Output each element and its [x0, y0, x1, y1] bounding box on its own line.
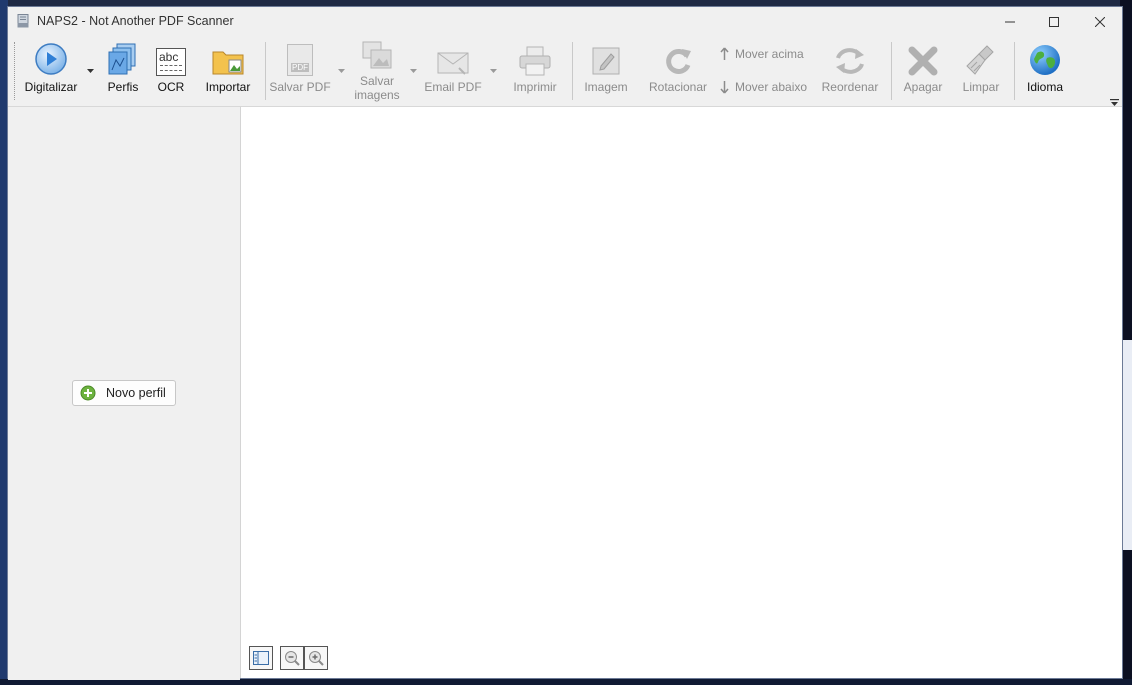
save-images-button[interactable]: Salvar imagens [350, 36, 404, 106]
toolbar-separator [1014, 42, 1015, 100]
print-label: Imprimir [513, 80, 557, 94]
save-images-label-line2: imagens [354, 88, 400, 102]
new-profile-button[interactable]: Novo perfil [72, 380, 176, 406]
zoom-out-button[interactable] [280, 646, 304, 670]
ocr-icon: abc [156, 48, 186, 76]
reorder-button[interactable]: Reordenar [818, 36, 882, 106]
zoom-in-icon [309, 651, 324, 666]
close-button[interactable] [1078, 7, 1122, 36]
move-down-button[interactable]: Mover abaixo [720, 80, 807, 94]
profiles-label: Perfis [107, 80, 139, 94]
save-pdf-dropdown-arrow[interactable] [338, 68, 345, 74]
pdf-file-icon: PDF [287, 44, 313, 76]
scan-button[interactable]: Digitalizar [21, 36, 81, 106]
scan-label: Digitalizar [24, 80, 78, 94]
scan-dropdown-arrow[interactable] [87, 68, 94, 74]
toolbar-overflow-button[interactable] [1110, 96, 1119, 106]
broom-icon [966, 45, 994, 75]
profiles-panel: Novo perfil [8, 106, 240, 680]
delete-button[interactable]: Apagar [898, 36, 948, 106]
close-icon [1095, 16, 1105, 27]
globe-icon [1030, 45, 1060, 75]
printer-icon [519, 46, 551, 76]
profiles-icon [108, 43, 136, 75]
rotate-label: Rotacionar [648, 80, 708, 94]
image-edit-icon [592, 47, 620, 75]
chevron-down-icon [338, 69, 345, 73]
plus-circle-icon [80, 385, 96, 401]
window-title: NAPS2 - Not Another PDF Scanner [37, 14, 234, 28]
language-label: Idioma [1026, 80, 1064, 94]
zoom-in-button[interactable] [304, 646, 328, 670]
ocr-icon-text: abc [159, 50, 179, 64]
rotate-button[interactable]: Rotacionar [646, 36, 710, 106]
delete-x-icon [908, 46, 938, 76]
profiles-button[interactable]: Perfis [103, 36, 143, 106]
save-images-label: Salvar imagens [354, 74, 399, 102]
minimize-button[interactable] [988, 7, 1032, 36]
maximize-icon [1049, 16, 1059, 27]
save-pdf-button[interactable]: PDF Salvar PDF [269, 36, 331, 106]
toolbar-separator [572, 42, 573, 100]
images-icon [362, 41, 392, 69]
thumbnail-area[interactable] [240, 106, 1122, 678]
email-pdf-dropdown-arrow[interactable] [490, 68, 497, 74]
chevron-down-icon [490, 69, 497, 73]
ocr-button[interactable]: abc OCR [152, 36, 190, 106]
import-label: Importar [205, 80, 251, 94]
move-down-label: Mover abaixo [735, 80, 808, 94]
app-window: NAPS2 - Not Another PDF Scanner Digitali… [7, 6, 1123, 680]
move-up-button[interactable]: Mover acima [720, 47, 804, 61]
toolbar-grip[interactable] [14, 42, 17, 100]
layout-toggle-icon [253, 651, 269, 665]
reorder-icon [836, 48, 864, 74]
language-button[interactable]: Idioma [1021, 36, 1069, 106]
layout-toggle-button[interactable] [249, 646, 273, 670]
image-button[interactable]: Imagem [580, 36, 632, 106]
arrow-down-icon [720, 81, 729, 94]
delete-label: Apagar [903, 80, 943, 94]
toolbar-separator [265, 42, 266, 100]
new-profile-label: Novo perfil [106, 386, 166, 400]
minimize-icon [1005, 21, 1015, 22]
print-button[interactable]: Imprimir [507, 36, 563, 106]
arrow-up-icon [720, 47, 729, 60]
zoom-out-icon [285, 651, 300, 666]
save-images-dropdown-arrow[interactable] [410, 68, 417, 74]
email-pdf-button[interactable]: Email PDF [422, 36, 484, 106]
ocr-label: OCR [157, 80, 185, 94]
toolbar: Digitalizar Perfis abc OCR Importar PDF … [8, 36, 1122, 106]
email-pdf-label: Email PDF [424, 80, 482, 94]
save-pdf-label: Salvar PDF [269, 80, 331, 94]
import-folder-icon [212, 51, 244, 75]
image-label: Imagem [584, 80, 628, 94]
maximize-button[interactable] [1032, 7, 1076, 36]
toolbar-separator [891, 42, 892, 100]
import-button[interactable]: Importar [198, 36, 258, 106]
rotate-icon [666, 49, 691, 74]
move-up-label: Mover acima [735, 47, 804, 61]
chevron-down-icon [410, 69, 417, 73]
email-icon [437, 52, 469, 75]
title-bar[interactable]: NAPS2 - Not Another PDF Scanner [8, 7, 1122, 36]
clear-label: Limpar [962, 80, 1000, 94]
reorder-label: Reordenar [821, 80, 879, 94]
app-icon [17, 14, 29, 28]
pdf-icon-text: PDF [291, 63, 309, 72]
clear-button[interactable]: Limpar [956, 36, 1006, 106]
desktop-streak [1122, 340, 1132, 550]
chevron-down-icon [87, 69, 94, 73]
scan-play-icon [35, 43, 67, 75]
save-images-label-line1: Salvar [359, 74, 394, 88]
